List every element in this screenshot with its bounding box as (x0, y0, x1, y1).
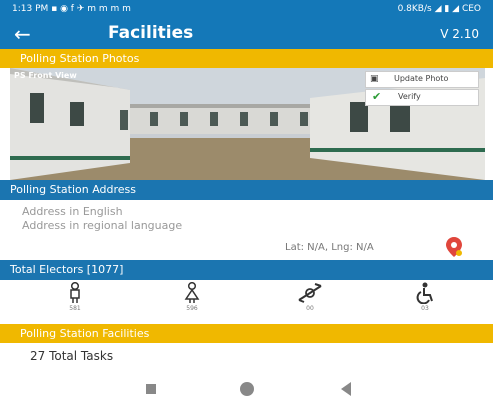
carousel-dots (243, 171, 263, 180)
app-version: V 2.10 (440, 27, 479, 41)
address-section-header: Polling Station Address (0, 180, 493, 200)
male-count: 581 (69, 305, 81, 312)
status-bar-left: 1:13 PM ▪ ◉ f ✈ m m m m (12, 4, 131, 14)
male-icon (70, 282, 80, 303)
third-gender-icon (298, 283, 322, 303)
status-bar-right: 0.8KB/s ◢ ▮ ◢ CEO (397, 4, 481, 14)
system-nav-bar (0, 376, 493, 403)
back-arrow-icon[interactable]: ← (14, 22, 31, 46)
female-count: 596 (186, 305, 198, 312)
address-english: Address in English (22, 205, 123, 218)
verify-label: Verify (398, 92, 421, 101)
pwd-electors: 03 (405, 282, 445, 312)
recents-icon[interactable] (146, 384, 156, 394)
map-pin-icon[interactable] (444, 236, 464, 262)
female-icon (184, 282, 200, 303)
male-electors: 581 (55, 282, 95, 312)
check-icon: ✔ (372, 90, 382, 103)
wheelchair-icon (416, 282, 433, 304)
third-gender-count: 00 (306, 305, 314, 312)
update-photo-button[interactable]: ▣ Update Photo (365, 71, 479, 88)
address-regional: Address in regional language (22, 219, 183, 232)
electors-icons-row: 581 596 00 03 (0, 282, 493, 322)
page-title: Facilities (108, 23, 194, 43)
update-photo-label: Update Photo (394, 74, 449, 83)
electors-section-title: Total Electors [1077] (10, 263, 124, 276)
photos-section-header: Polling Station Photos (0, 49, 493, 68)
status-bar: 1:13 PM ▪ ◉ f ✈ m m m m 0.8KB/s ◢ ▮ ◢ CE… (0, 0, 493, 19)
back-icon[interactable] (341, 382, 351, 396)
facilities-section-header: Polling Station Facilities (0, 324, 493, 343)
pwd-count: 03 (421, 305, 429, 312)
third-gender-electors: 00 (290, 282, 330, 312)
address-section-title: Polling Station Address (10, 183, 137, 196)
photos-section-title: Polling Station Photos (20, 52, 140, 65)
total-tasks-label[interactable]: 27 Total Tasks (30, 349, 113, 363)
verify-button[interactable]: ✔ Verify (365, 89, 479, 106)
electors-section-header: Total Electors [1077] (0, 260, 493, 280)
facilities-section-title: Polling Station Facilities (20, 327, 150, 340)
app-bar: ← Facilities V 2.10 (0, 19, 493, 49)
photo-caption: PS Front View (14, 71, 77, 80)
camera-icon: ▣ (370, 74, 379, 84)
home-icon[interactable] (240, 382, 254, 396)
polling-station-photo[interactable]: PS Front View ▣ Update Photo ✔ Verify (10, 68, 485, 180)
female-electors: 596 (172, 282, 212, 312)
lat-lng-text: Lat: N/A, Lng: N/A (285, 242, 374, 253)
